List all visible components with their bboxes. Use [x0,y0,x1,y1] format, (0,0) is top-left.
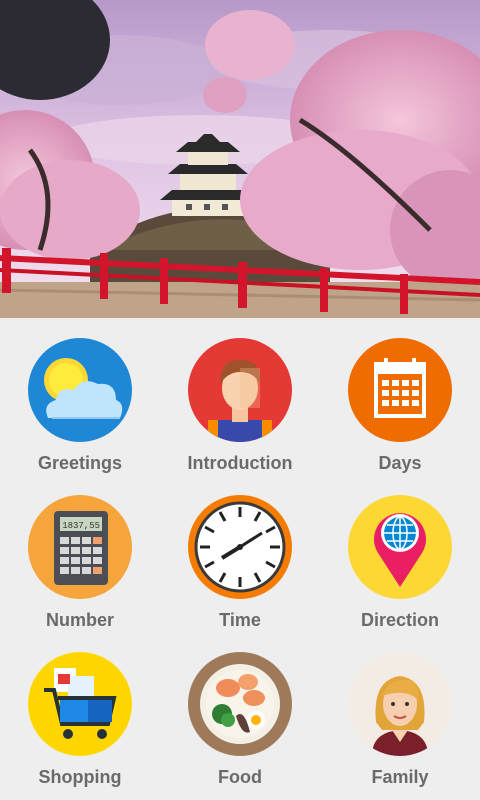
map-pin-globe-icon [348,495,452,599]
category-shopping[interactable]: Shopping [0,632,160,789]
category-label: Number [45,610,114,630]
category-direction[interactable]: Direction [320,475,480,632]
category-label: Introduction [187,453,293,473]
category-label: Shopping [38,767,122,787]
category-label: Greetings [37,453,123,473]
category-food[interactable]: Food [160,632,320,789]
woman-avatar-icon [348,652,452,756]
category-label: Family [371,767,429,787]
header-photo [0,0,480,318]
weather-icon [28,338,132,442]
category-label: Food [218,767,262,787]
category-family[interactable]: Family [320,632,480,789]
category-grid: Greetings Introduction Days 1837,55 Numb… [0,318,480,800]
clock-icon [188,495,292,599]
calendar-icon [348,338,452,442]
calculator-display: 1837,55 [62,521,100,531]
category-label: Direction [360,610,439,630]
category-label: Days [378,453,422,473]
calculator-icon: 1837,55 [28,495,132,599]
category-number[interactable]: 1837,55 Number [0,475,160,632]
category-label: Time [219,610,261,630]
category-days[interactable]: Days [320,318,480,475]
category-introduction[interactable]: Introduction [160,318,320,475]
category-time[interactable]: Time [160,475,320,632]
shopping-cart-icon [28,652,132,756]
person-icon [188,338,292,442]
category-greetings[interactable]: Greetings [0,318,160,475]
food-bowl-icon [188,652,292,756]
